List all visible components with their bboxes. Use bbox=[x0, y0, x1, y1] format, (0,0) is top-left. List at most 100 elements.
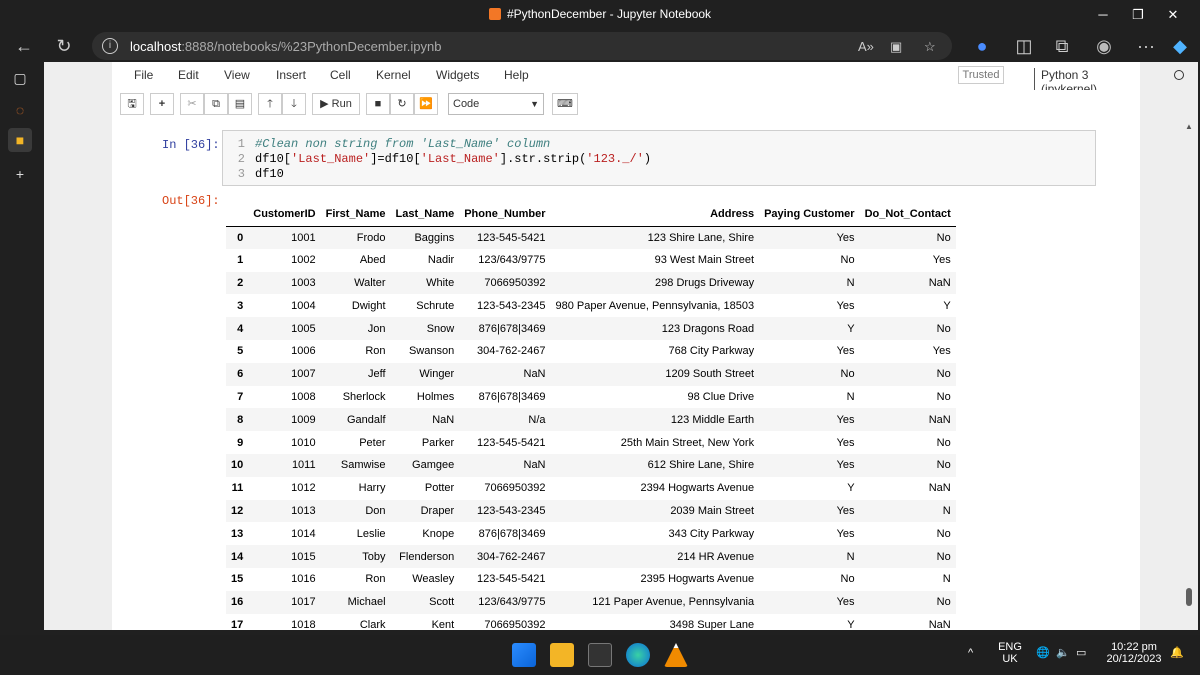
menu-cell[interactable]: Cell bbox=[330, 68, 351, 82]
scroll-up-icon[interactable]: ▲ bbox=[1185, 122, 1193, 131]
history-icon[interactable]: ◌ bbox=[8, 98, 32, 122]
cell-type-value: Code bbox=[453, 98, 480, 110]
show-hidden-icons-icon[interactable]: ^ bbox=[968, 647, 973, 659]
menu-edit[interactable]: Edit bbox=[178, 68, 199, 82]
terminal-icon[interactable] bbox=[588, 643, 612, 667]
close-button[interactable]: ✕ bbox=[1150, 0, 1196, 30]
table-cell: Kent bbox=[431, 618, 455, 630]
scrollbar-thumb[interactable] bbox=[1186, 588, 1192, 606]
table-cell: No bbox=[936, 550, 951, 563]
keyboard-region: UK bbox=[1002, 653, 1018, 665]
table-cell: Potter bbox=[424, 482, 455, 495]
table-cell: 343 City Parkway bbox=[668, 527, 755, 540]
table-cell: 768 City Parkway bbox=[668, 345, 755, 358]
table-cell: 1003 bbox=[291, 276, 316, 289]
table-cell: Winger bbox=[419, 368, 455, 381]
line-number: 2 bbox=[237, 152, 245, 166]
column-header: Address bbox=[550, 202, 760, 227]
table-cell: NaN bbox=[523, 459, 546, 472]
menu-help[interactable]: Help bbox=[504, 68, 529, 82]
trusted-badge[interactable]: Trusted bbox=[958, 66, 1004, 84]
table-cell: Nadir bbox=[427, 254, 455, 267]
menu-view[interactable]: View bbox=[224, 68, 250, 82]
language-indicator[interactable]: ENG UK bbox=[996, 641, 1024, 665]
extension-icon[interactable]: ● bbox=[968, 34, 996, 58]
command-palette-icon[interactable]: ⌨ bbox=[552, 93, 578, 115]
vertical-tab-icon[interactable]: ■ bbox=[8, 128, 32, 152]
browser-address-bar: ← ↻ i localhost:8888/notebooks/%23Python… bbox=[0, 30, 1200, 62]
code-token: ) bbox=[643, 152, 652, 166]
run-button[interactable]: ▶ Run bbox=[312, 93, 360, 115]
table-cell: NaN bbox=[928, 618, 951, 630]
table-cell: 1016 bbox=[291, 573, 316, 586]
file-explorer-icon[interactable] bbox=[550, 643, 574, 667]
table-cell: Flenderson bbox=[399, 550, 455, 563]
table-cell: 3498 Super Lane bbox=[669, 618, 755, 630]
copilot-icon[interactable]: ◆ bbox=[1166, 34, 1194, 58]
table-cell: 1015 bbox=[291, 550, 316, 563]
url-field[interactable]: i localhost:8888/notebooks/%23PythonDece… bbox=[92, 32, 952, 60]
run-label: Run bbox=[331, 98, 352, 110]
dataframe-table: CustomerID First_Name Last_Name Phone_Numbe… bbox=[226, 202, 956, 630]
insert-cell-icon[interactable]: + bbox=[150, 93, 174, 115]
table-cell: Peter bbox=[359, 436, 386, 449]
url-host: localhost bbox=[130, 39, 182, 54]
more-options-icon[interactable]: ··· bbox=[1132, 34, 1160, 58]
table-cell: 2394 Hogwarts Avenue bbox=[640, 482, 755, 495]
table-cell: 1017 bbox=[291, 596, 316, 609]
volume-icon[interactable]: 🔈 bbox=[1056, 646, 1070, 659]
page-scrollbar[interactable]: ▲ bbox=[1183, 122, 1195, 628]
table-cell: Leslie bbox=[356, 527, 386, 540]
window-title-bar: #PythonDecember - Jupyter Notebook ─ ❐ ✕ bbox=[0, 0, 1200, 30]
tab-actions-icon[interactable]: ▢ bbox=[8, 66, 32, 90]
favorite-star-icon[interactable]: ☆ bbox=[924, 39, 936, 55]
edge-browser-icon[interactable] bbox=[626, 643, 650, 667]
code-line: df10['Last_Name']=df10['Last_Name'].str.… bbox=[255, 152, 651, 166]
copy-icon[interactable]: ⧉ bbox=[204, 93, 228, 115]
interrupt-icon[interactable]: ■ bbox=[366, 93, 390, 115]
table-header-row: CustomerID First_Name Last_Name Phone_Numbe… bbox=[226, 202, 956, 227]
table-cell: NaN bbox=[432, 413, 455, 426]
collections-icon[interactable]: ⧉ bbox=[1048, 34, 1076, 58]
code-token: ].str.strip( bbox=[499, 152, 587, 166]
refresh-icon[interactable]: ↻ bbox=[50, 34, 78, 58]
menu-insert[interactable]: Insert bbox=[276, 68, 306, 82]
table-cell: N bbox=[846, 550, 855, 563]
app-available-icon[interactable]: ▣ bbox=[890, 39, 902, 55]
menu-widgets[interactable]: Widgets bbox=[436, 68, 479, 82]
code-cell-editor[interactable]: 1 2 3 #Clean non string from 'Last_Name'… bbox=[222, 130, 1096, 186]
menu-file[interactable]: File bbox=[134, 68, 153, 82]
network-icon[interactable]: 🌐 bbox=[1036, 646, 1050, 659]
row-index: 15 bbox=[231, 573, 244, 586]
menu-kernel[interactable]: Kernel bbox=[376, 68, 411, 82]
split-screen-icon[interactable]: ◫ bbox=[1010, 34, 1038, 58]
vlc-player-icon[interactable] bbox=[664, 643, 688, 667]
move-up-icon[interactable]: 🡑 bbox=[258, 93, 282, 115]
table-cell: 1007 bbox=[291, 368, 316, 381]
move-down-icon[interactable]: 🡓 bbox=[282, 93, 306, 115]
cell-type-select[interactable]: Code ▼ bbox=[448, 93, 544, 115]
back-icon[interactable]: ← bbox=[10, 34, 38, 58]
save-icon[interactable]: 🖫 bbox=[120, 93, 144, 115]
row-index: 7 bbox=[237, 390, 244, 403]
site-info-icon[interactable]: i bbox=[102, 38, 118, 54]
clock[interactable]: 10:22 pm 20/12/2023 bbox=[1104, 641, 1164, 665]
read-aloud-icon[interactable]: A» bbox=[858, 39, 874, 54]
battery-icon[interactable]: ▭ bbox=[1076, 646, 1086, 659]
table-cell: Michael bbox=[347, 596, 386, 609]
table-cell: Ron bbox=[365, 573, 386, 586]
notification-bell-icon[interactable]: 🔔 bbox=[1170, 646, 1184, 659]
table-cell: No bbox=[936, 459, 951, 472]
table-row: 3 1004 Dwight Schrute 123-543-2345 980 Paper … bbox=[226, 294, 956, 317]
table-cell: 1014 bbox=[291, 527, 316, 540]
start-icon[interactable] bbox=[512, 643, 536, 667]
profile-avatar[interactable]: ◉ bbox=[1090, 34, 1118, 58]
table-cell: 612 Shire Lane, Shire bbox=[647, 459, 755, 472]
table-row: 17 1018 Clark Kent 7066950392 3498 Super Lane… bbox=[226, 614, 956, 630]
paste-icon[interactable]: ▤ bbox=[228, 93, 252, 115]
new-tab-icon[interactable]: + bbox=[8, 162, 32, 186]
restart-run-all-icon[interactable]: ⏩ bbox=[414, 93, 438, 115]
cut-icon[interactable]: ✂ bbox=[180, 93, 204, 115]
table-cell: 123/643/9775 bbox=[478, 596, 546, 609]
restart-icon[interactable]: ↻ bbox=[390, 93, 414, 115]
